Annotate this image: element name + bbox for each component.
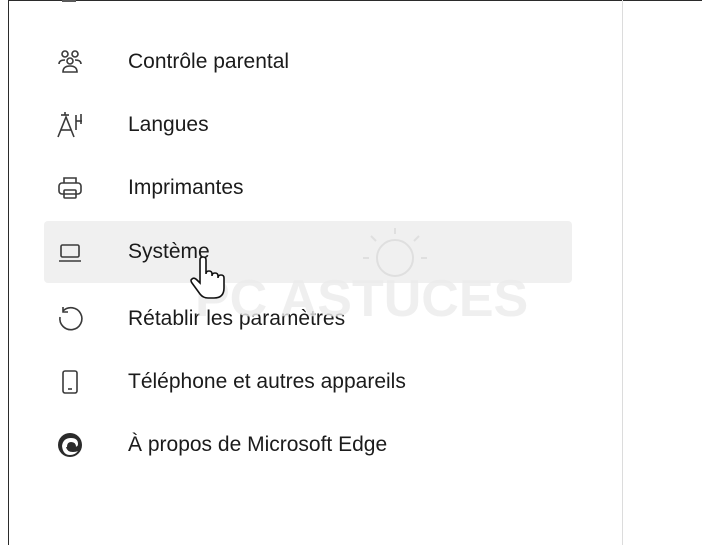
sidebar-item-label: Contrôle parental <box>128 50 290 73</box>
sidebar-item-parental-control[interactable]: Contrôle parental <box>44 31 572 93</box>
laptop-icon <box>54 236 86 268</box>
family-icon <box>54 46 86 78</box>
sidebar-item-label: Rétablir les paramètres <box>128 307 346 330</box>
sidebar-item-label: Imprimantes <box>128 176 244 199</box>
reset-icon <box>54 303 86 335</box>
sidebar-item-system[interactable]: Système <box>44 221 572 283</box>
printer-icon <box>54 172 86 204</box>
content-divider <box>622 0 623 545</box>
sidebar-item-label: À propos de Microsoft Edge <box>128 433 388 456</box>
sidebar-item-label: Langues <box>128 113 209 136</box>
sidebar-item-languages[interactable]: Langues <box>44 94 572 156</box>
accessibility-icon <box>62 0 76 4</box>
sidebar-item-phone-devices[interactable]: Téléphone et autres appareils <box>44 351 572 413</box>
phone-icon <box>54 366 86 398</box>
languages-icon <box>54 109 86 141</box>
sidebar-item-reset[interactable]: Rétablir les paramètres <box>44 288 572 350</box>
hand-cursor-icon <box>190 256 225 299</box>
sidebar-item-label: Téléphone et autres appareils <box>128 370 406 393</box>
edge-logo-icon <box>54 429 86 461</box>
sidebar-item-about-edge[interactable]: À propos de Microsoft Edge <box>44 414 572 476</box>
sidebar-item-printers[interactable]: Imprimantes <box>44 157 572 219</box>
